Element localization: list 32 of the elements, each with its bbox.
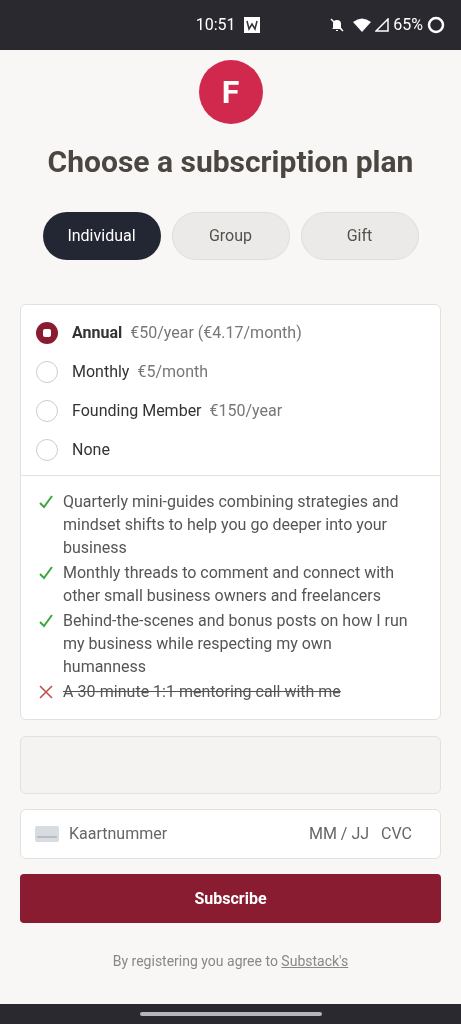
feature-text: Quarterly mini-guides combining strategies and mindset shifts to help you go deeper into your business bbox=[63, 491, 400, 559]
app-notification-icon bbox=[243, 17, 260, 33]
expiry-placeholder: MM / JJ bbox=[308, 823, 370, 845]
wifi-icon bbox=[353, 18, 372, 32]
page-title: Choose a subscription plan bbox=[47, 143, 414, 181]
publication-logo: F bbox=[198, 60, 263, 124]
plan-option[interactable]: Monthly €5/month bbox=[21, 352, 440, 391]
plan-option[interactable]: Annual €50/year (€4.17/month) bbox=[21, 313, 440, 352]
battery-percentage: 65% bbox=[393, 14, 423, 36]
signal-icon bbox=[375, 18, 390, 32]
feature-text: A 30-minute 1:1 mentoring call with me bbox=[63, 681, 341, 703]
email-field[interactable] bbox=[20, 736, 441, 794]
feature-text: Monthly threads to comment and connect with other small business owners and freelancers bbox=[63, 562, 396, 607]
feature-text: Behind-the-scenes and bonus posts on how I run my business while respecting my own humanness bbox=[63, 610, 409, 678]
plan-type-tab[interactable]: Gift bbox=[300, 212, 419, 260]
cvc-placeholder: CVC bbox=[381, 823, 412, 845]
radio-button[interactable] bbox=[36, 399, 58, 422]
card-number-field[interactable]: Kaartnummer MM / JJ CVC bbox=[20, 809, 441, 859]
clock: 10:51 bbox=[195, 14, 236, 36]
radio-button[interactable] bbox=[36, 321, 58, 344]
radio-button[interactable] bbox=[36, 360, 58, 383]
legal-text: By registering you agree to Substack's bbox=[112, 952, 349, 971]
battery-ring-icon bbox=[427, 16, 445, 34]
plan-option[interactable]: None bbox=[21, 430, 440, 469]
subscribe-button[interactable]: Subscribe bbox=[20, 874, 441, 923]
home-handle[interactable] bbox=[139, 1012, 322, 1016]
muted-bell-icon bbox=[329, 17, 346, 33]
plan-type-tab[interactable]: Individual bbox=[42, 212, 161, 260]
plan-type-tab[interactable]: Group bbox=[171, 212, 290, 260]
plan-option[interactable]: Founding Member €150/year bbox=[21, 391, 440, 430]
radio-button[interactable] bbox=[36, 438, 58, 461]
credit-card-icon bbox=[35, 826, 59, 842]
